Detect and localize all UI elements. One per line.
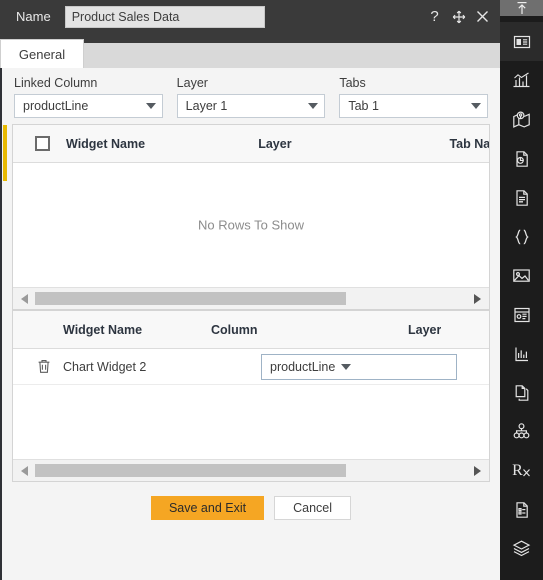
chevron-down-icon [145,103,156,109]
tab-strip: General [0,33,500,68]
row-column-dropdown[interactable]: productLine [261,353,457,380]
available-widgets-header: Widget Name Layer Tab Na [13,125,489,163]
linked-widgets-body: Chart Widget 2 productLine [13,349,489,459]
widget-link-dialog: Name ? General [0,0,500,580]
grid-accent-bar [3,125,7,181]
prescription-icon[interactable]: R [500,451,543,490]
select-all-checkbox[interactable] [35,136,50,151]
selector-row: Linked Column productLine Layer Layer 1 … [2,68,500,124]
scroll-track[interactable] [35,292,467,305]
panel-layout-icon[interactable] [500,22,543,61]
linked-widgets-grid: Widget Name Column Layer Chart Widget 2 [12,310,490,482]
linked-column-value: productLine [23,99,89,113]
name-field-label: Name [16,9,51,24]
tab-strip-filler [84,43,500,68]
tabs-group: Tabs Tab 1 [339,76,489,118]
available-widgets-grid: Widget Name Layer Tab Na No Rows To Show [3,124,490,310]
hierarchy-icon[interactable] [500,412,543,451]
question-mark-icon[interactable]: ? [427,9,442,25]
scroll-left-icon[interactable] [19,464,31,478]
column-header-widget-name[interactable]: Widget Name [66,137,258,151]
column-header-widget-name[interactable]: Widget Name [13,323,211,337]
scroll-right-icon[interactable] [471,464,483,478]
layers-icon[interactable] [500,529,543,568]
grid-blocks-icon[interactable] [500,568,543,580]
available-widgets-body: No Rows To Show [13,163,489,287]
linked-column-label: Linked Column [14,76,98,90]
code-braces-icon[interactable] [500,217,543,256]
toolbar-items: R [500,16,543,580]
column-header-layer[interactable]: Layer [408,323,441,337]
linked-column-dropdown[interactable]: productLine [14,94,163,118]
copy-icon[interactable] [500,373,543,412]
document-chart-icon[interactable] [500,139,543,178]
scroll-left-icon[interactable] [19,292,31,306]
chevron-down-icon [471,103,482,109]
right-toolbar: R [500,0,543,580]
dialog-window: Name ? General [0,0,543,580]
column-header-tab-name[interactable]: Tab Na [449,137,489,151]
line-chart-icon[interactable] [500,334,543,373]
cancel-button[interactable]: Cancel [274,496,352,520]
column-header-layer[interactable]: Layer [258,137,449,151]
image-icon[interactable] [500,256,543,295]
tab-general[interactable]: General [0,39,84,68]
document-list-icon[interactable] [500,490,543,529]
empty-state-message: No Rows To Show [198,217,304,233]
linked-widgets-hscrollbar[interactable] [13,459,489,481]
move-icon[interactable] [451,9,466,25]
tabs-label: Tabs [339,76,366,90]
card-table-icon[interactable] [500,295,543,334]
available-widgets-hscrollbar[interactable] [13,287,489,309]
chevron-down-icon [308,103,319,109]
scroll-right-icon[interactable] [471,292,483,306]
chevron-down-icon [341,363,352,370]
tabs-dropdown[interactable]: Tab 1 [339,94,489,118]
title-bar-actions: ? [427,0,500,33]
title-bar: Name ? [0,0,500,33]
scroll-thumb[interactable] [35,464,347,477]
dialog-footer: Save and Exit Cancel [2,482,500,580]
tabs-value: Tab 1 [348,99,379,113]
pin-to-top-button[interactable] [500,0,543,16]
name-input[interactable] [64,5,265,28]
bar-chart-icon[interactable] [500,61,543,100]
dialog-body: Linked Column productLine Layer Layer 1 … [0,68,500,580]
document-text-icon[interactable] [500,178,543,217]
map-pin-icon[interactable] [500,100,543,139]
layer-dropdown[interactable]: Layer 1 [176,94,326,118]
table-row[interactable]: Chart Widget 2 productLine [13,349,489,385]
linked-widgets-header: Widget Name Column Layer [13,311,489,349]
row-column-value: productLine [270,359,336,374]
linked-column-group: Linked Column productLine [14,76,163,118]
layer-value: Layer 1 [185,99,228,113]
close-icon[interactable] [475,9,490,25]
scroll-thumb[interactable] [35,292,347,305]
column-header-column[interactable]: Column [211,323,408,337]
row-widget-name: Chart Widget 2 [63,359,147,374]
layer-label: Layer [176,76,208,90]
layer-group: Layer Layer 1 [176,76,326,118]
tab-general-label: General [18,46,66,62]
save-and-exit-button[interactable]: Save and Exit [150,496,265,520]
trash-icon[interactable] [35,359,53,374]
scroll-track[interactable] [35,464,467,477]
